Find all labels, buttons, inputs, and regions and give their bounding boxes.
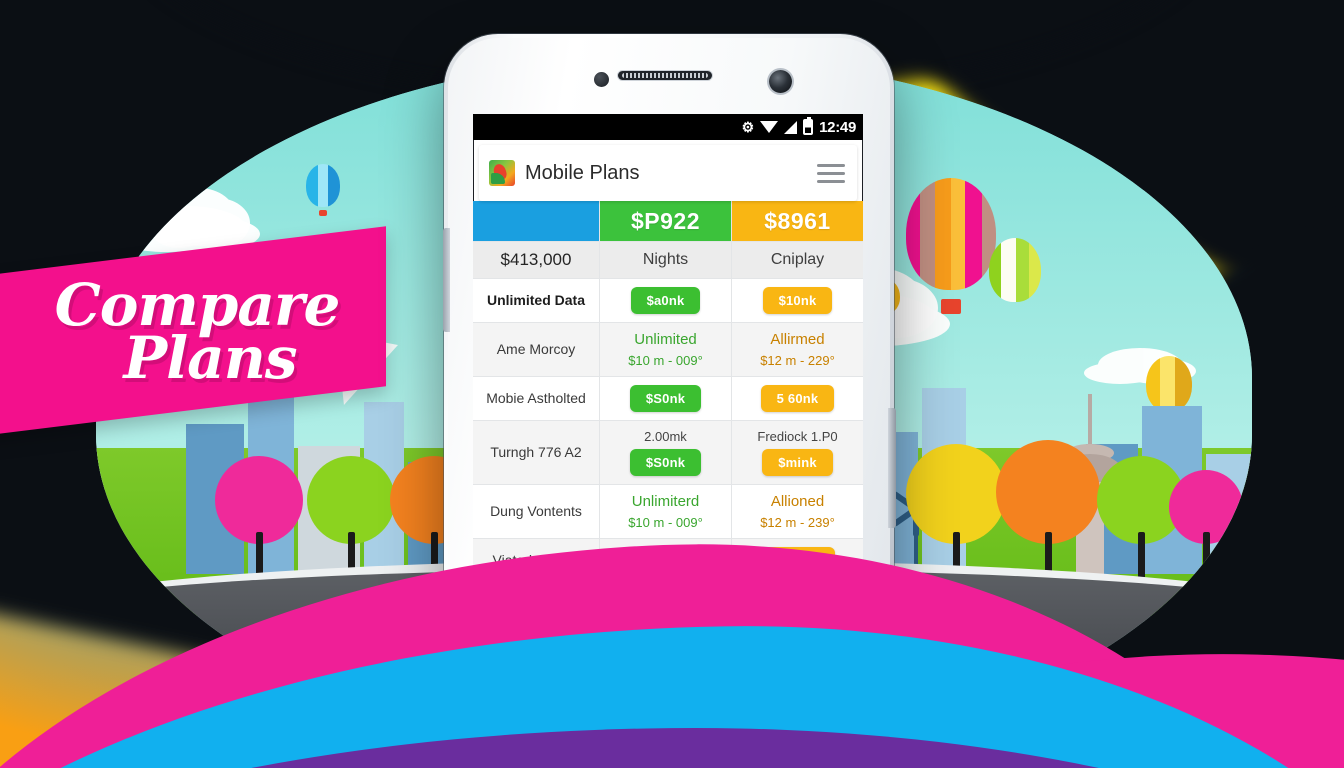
plan-column-name-2: Cniplay (732, 242, 863, 278)
app-logo-icon (489, 160, 515, 186)
column-label: Nights (642, 251, 689, 268)
table-subheader-row: $413,000 Nights Cniplay (473, 242, 863, 279)
plan-column-name-0: $413,000 (473, 242, 600, 278)
hot-air-balloon (989, 238, 1041, 316)
hot-air-balloon (306, 164, 340, 216)
table-row: Unlimited Data $a0nk $10nk (473, 279, 863, 323)
plan-value-cell-2: $10nk (732, 279, 863, 322)
plan-value-cell-2: Allirmed $12 m - 229° (732, 323, 863, 376)
plan-price-header-2: $8961 (732, 201, 863, 241)
feature-label-cell: Turngh 776 A2 (473, 421, 600, 484)
plan-value-secondary: $10 m - 009° (628, 353, 703, 368)
plan-price-header-1: $P922 (600, 201, 732, 241)
plan-action-button[interactable]: $a0nk (630, 287, 701, 314)
plan-value-secondary: $12 m - 229° (760, 353, 835, 368)
status-bar-clock: 12:49 (819, 118, 856, 136)
plan-price-value: $P922 (630, 207, 700, 234)
plan-action-button[interactable]: $S0nk (629, 385, 702, 412)
feature-label-cell: Ame Morcoy (473, 323, 600, 376)
cloud (162, 188, 236, 246)
signal-icon (784, 120, 798, 134)
plan-value-primary: Unlimiterd (631, 493, 700, 510)
wifi-icon (760, 121, 779, 133)
tree (1158, 470, 1252, 588)
battery-icon (803, 117, 814, 135)
plan-value-cell-1: Unlimiterd $10 m - 009° (600, 485, 732, 538)
plan-value-caption: Frediock 1.P0 (757, 429, 838, 444)
banner-line-2: Plans (123, 324, 297, 392)
front-camera-icon (769, 70, 792, 93)
plan-value-primary: Allioned (770, 493, 825, 510)
feature-label-cell: Mobie Astholted (473, 377, 600, 420)
feature-label: Dung Vontents (490, 502, 582, 519)
plan-value-cell-1: $a0nk (600, 279, 732, 322)
plan-value-secondary: $10 m - 009° (628, 515, 703, 530)
power-button[interactable] (888, 408, 896, 528)
hot-air-balloon (906, 178, 996, 314)
plan-value-secondary: $12 m - 239° (760, 515, 835, 530)
plan-value-cell-1: $S0nk (600, 377, 732, 420)
column-label: Cniplay (770, 251, 825, 268)
plan-value-primary: Allirmed (770, 331, 825, 348)
feature-label: Unlimited Data (486, 291, 585, 308)
plan-price-value: $8961 (764, 207, 831, 234)
plan-action-button[interactable]: $S0nk (629, 449, 702, 476)
table-row: Dung Vontents Unlimiterd $10 m - 009° Allio… (473, 485, 863, 539)
feature-label: Mobie Astholted (486, 389, 586, 406)
plan-value-cell-1: 2.00mk $S0nk (600, 421, 732, 484)
plan-value-cell-2: Allioned $12 m - 239° (732, 485, 863, 538)
plan-action-button[interactable]: $mink (762, 449, 833, 476)
plan-action-button[interactable]: $10nk (762, 287, 833, 314)
hamburger-menu-icon[interactable] (817, 163, 845, 183)
plan-value-cell-1: Unlimited $10 m - 009° (600, 323, 732, 376)
status-bar: ⚙ 12:49 (473, 114, 863, 140)
plan-value-cell-2: Frediock 1.P0 $mink (732, 421, 863, 484)
table-row: Mobie Astholted $S0nk 5 60nk (473, 377, 863, 421)
feature-label-cell: Unlimited Data (473, 279, 600, 322)
column-label: $413,000 (500, 250, 572, 269)
poster-canvas: ⚙ 12:49 Mobile Plans $P922 $8961 $413,000 N… (0, 0, 1344, 768)
volume-button[interactable] (443, 228, 450, 332)
proximity-sensor-icon (594, 72, 609, 87)
table-header-row: $P922 $8961 (473, 201, 863, 242)
compare-plans-banner: Compare Plans (0, 226, 386, 438)
app-bar: Mobile Plans (479, 145, 857, 201)
app-title: Mobile Plans (525, 161, 640, 184)
plan-column-name-1: Nights (600, 242, 732, 278)
feature-label: Turngh 776 A2 (490, 443, 582, 460)
earpiece-speaker (617, 70, 713, 81)
plan-value-caption: 2.00mk (644, 429, 687, 444)
feature-label-cell: Dung Vontents (473, 485, 600, 538)
plan-action-button[interactable]: 5 60nk (760, 385, 835, 412)
sync-icon: ⚙ (741, 119, 755, 135)
plan-price-header-0 (473, 201, 600, 241)
plan-value-cell-2: 5 60nk (732, 377, 863, 420)
feature-label: Ame Morcoy (496, 340, 576, 357)
plan-value-primary: Unlimited (634, 331, 697, 348)
table-row: Ame Morcoy Unlimited $10 m - 009° Allirmed $… (473, 323, 863, 377)
table-row: Turngh 776 A2 2.00mk $S0nk Frediock 1.P0 $mi… (473, 421, 863, 485)
